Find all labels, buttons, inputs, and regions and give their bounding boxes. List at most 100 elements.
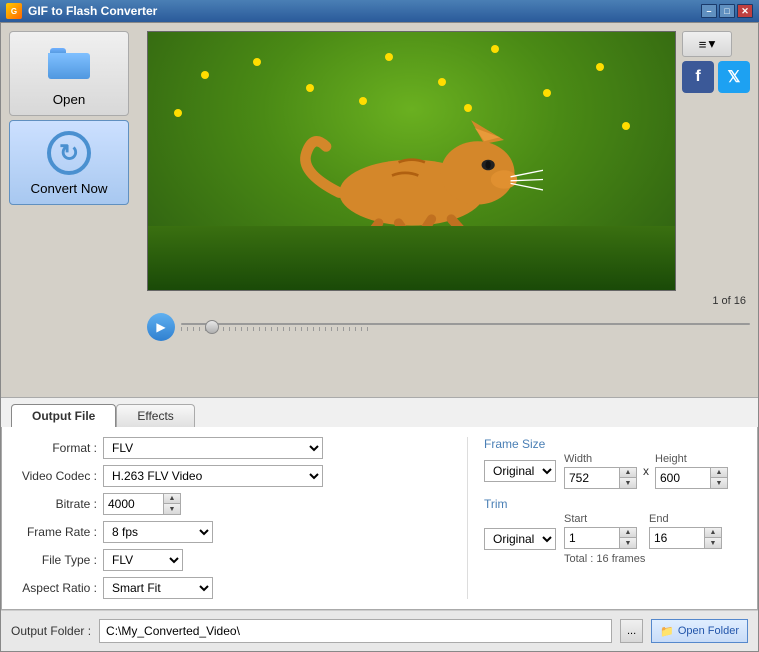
x-separator: x: [643, 464, 649, 478]
window-controls: – □ ✕: [701, 4, 753, 18]
aspect-ratio-row: Aspect Ratio : Smart Fit Stretch Origina…: [12, 577, 447, 599]
height-input[interactable]: [655, 467, 710, 489]
height-label: Height: [655, 453, 687, 465]
width-group: Width ▲ ▼: [564, 453, 637, 489]
minimize-button[interactable]: –: [701, 4, 717, 18]
open-button[interactable]: Open: [9, 31, 129, 116]
format-row: Format : FLV SWF AVI MP4: [12, 437, 447, 459]
flower: [622, 122, 630, 130]
video-codec-select[interactable]: H.263 FLV Video H.264: [103, 465, 323, 487]
slider-area: [181, 323, 750, 331]
settings-panel: Format : FLV SWF AVI MP4 Video Codec : H…: [1, 427, 758, 610]
end-down[interactable]: ▼: [705, 538, 721, 548]
file-type-label: File Type :: [12, 553, 97, 567]
timeline-slider[interactable]: [181, 323, 750, 325]
end-label: End: [649, 513, 669, 525]
output-section: Output Folder : ... 📁 Open Folder: [1, 610, 758, 651]
height-spinner: ▲ ▼: [655, 467, 728, 489]
preview-area: ≡ ▾ f 𝕏 1 of 16: [147, 31, 750, 389]
height-up[interactable]: ▲: [711, 468, 727, 478]
main-window: Open Convert Now: [0, 22, 759, 652]
video-preview: [147, 31, 676, 291]
social-buttons: f 𝕏: [682, 61, 750, 93]
frame-size-section: Frame Size Original Custom Width: [484, 437, 747, 489]
start-up[interactable]: ▲: [620, 528, 636, 538]
start-spinner: ▲ ▼: [564, 527, 637, 549]
facebook-button[interactable]: f: [682, 61, 714, 93]
facebook-icon: f: [695, 68, 700, 86]
width-down[interactable]: ▼: [620, 478, 636, 488]
left-settings: Format : FLV SWF AVI MP4 Video Codec : H…: [12, 437, 447, 599]
width-input[interactable]: [564, 467, 619, 489]
dropdown-icon: ▾: [709, 36, 716, 52]
flower: [491, 45, 499, 53]
format-select[interactable]: FLV SWF AVI MP4: [103, 437, 323, 459]
play-button[interactable]: ▶: [147, 313, 175, 341]
start-group: Start ▲ ▼: [564, 513, 637, 549]
bitrate-arrows: ▲ ▼: [163, 493, 181, 515]
frame-rate-select[interactable]: 8 fps 10 fps 15 fps 24 fps 30 fps: [103, 521, 213, 543]
width-height-labels: Width ▲ ▼ x: [564, 453, 728, 489]
flower: [385, 53, 393, 61]
convert-arrows-icon: [47, 131, 91, 175]
end-group: End ▲ ▼: [649, 513, 722, 549]
frame-size-preset-select[interactable]: Original Custom: [484, 460, 556, 482]
frame-rate-label: Frame Rate :: [12, 525, 97, 539]
video-codec-row: Video Codec : H.263 FLV Video H.264: [12, 465, 447, 487]
tab-output-file[interactable]: Output File: [11, 404, 116, 427]
video-codec-label: Video Codec :: [12, 469, 97, 483]
start-down[interactable]: ▼: [620, 538, 636, 548]
width-arrows: ▲ ▼: [619, 467, 637, 489]
end-arrows: ▲ ▼: [704, 527, 722, 549]
sidebar: Open Convert Now: [9, 31, 139, 389]
wh-inputs: Width ▲ ▼ x: [564, 453, 728, 489]
flower: [253, 58, 261, 66]
width-up[interactable]: ▲: [620, 468, 636, 478]
close-button[interactable]: ✕: [737, 4, 753, 18]
maximize-button[interactable]: □: [719, 4, 735, 18]
open-folder-button[interactable]: 📁 Open Folder: [651, 619, 748, 643]
start-input[interactable]: [564, 527, 619, 549]
flower: [174, 109, 182, 117]
flower: [596, 63, 604, 71]
cat-scene: [148, 32, 675, 290]
bitrate-row: Bitrate : ▲ ▼: [12, 493, 447, 515]
browse-button[interactable]: ...: [620, 619, 643, 643]
bitrate-label: Bitrate :: [12, 497, 97, 511]
total-frames: Total : 16 frames: [564, 553, 722, 565]
convert-label: Convert Now: [30, 181, 107, 196]
tab-effects[interactable]: Effects: [116, 404, 194, 427]
play-icon: ▶: [156, 320, 165, 334]
height-group: Height ▲ ▼: [655, 453, 728, 489]
flower: [359, 97, 367, 105]
twitter-button[interactable]: 𝕏: [718, 61, 750, 93]
end-input[interactable]: [649, 527, 704, 549]
aspect-ratio-select[interactable]: Smart Fit Stretch Original: [103, 577, 213, 599]
convert-now-button[interactable]: Convert Now: [9, 120, 129, 205]
bitrate-spinner: ▲ ▼: [103, 493, 181, 515]
end-up[interactable]: ▲: [705, 528, 721, 538]
convert-icon-container: [45, 129, 93, 177]
flower: [201, 71, 209, 79]
width-label: Width: [564, 453, 592, 465]
flower: [438, 78, 446, 86]
twitter-icon: 𝕏: [728, 67, 741, 87]
height-down[interactable]: ▼: [711, 478, 727, 488]
trim-preset-select[interactable]: Original Custom: [484, 528, 556, 550]
output-path-input[interactable]: [99, 619, 612, 643]
file-type-select[interactable]: FLV SWF: [103, 549, 183, 571]
bitrate-down[interactable]: ▼: [164, 504, 180, 514]
open-icon: [45, 40, 93, 88]
open-label: Open: [53, 92, 86, 107]
bitrate-input[interactable]: [103, 493, 163, 515]
tab-bar: Output File Effects: [1, 398, 758, 427]
trim-section: Trim Original Custom Start: [484, 497, 747, 565]
tabs-section: Output File Effects Format : FLV SWF AVI…: [1, 397, 758, 610]
title-bar: G GIF to Flash Converter – □ ✕: [0, 0, 759, 22]
end-spinner: ▲ ▼: [649, 527, 722, 549]
bitrate-up[interactable]: ▲: [164, 494, 180, 504]
start-label: Start: [564, 513, 587, 525]
se-inputs: Start ▲ ▼: [564, 513, 722, 565]
cat-image: [280, 107, 544, 239]
list-view-button[interactable]: ≡ ▾: [682, 31, 732, 57]
